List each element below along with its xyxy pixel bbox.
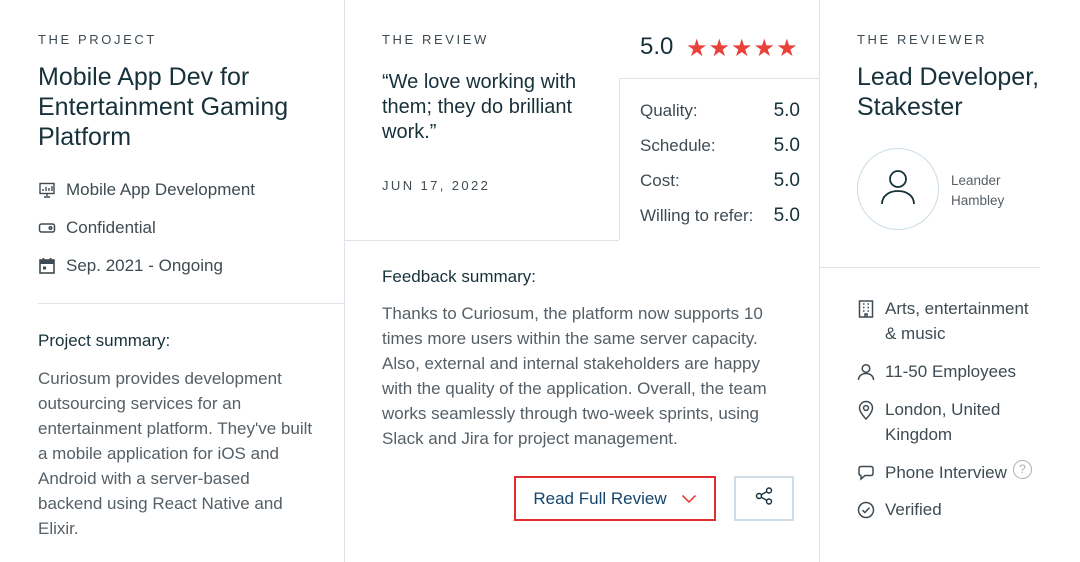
rating-willing-to-refer: Willing to refer: 5.0 xyxy=(640,205,800,227)
rating-quality: Quality: 5.0 xyxy=(640,100,800,122)
avatar xyxy=(857,148,939,230)
reviewer-interview-text: Phone Interview xyxy=(885,463,1007,482)
reviewer-name: Leander Hambley xyxy=(951,173,1005,208)
column-divider xyxy=(819,0,820,562)
project-summary-label: Project summary: xyxy=(38,331,171,350)
reviewer-company-size-text: 11-50 Employees xyxy=(885,362,1017,381)
column-divider xyxy=(344,0,345,562)
project-title: Mobile App Dev for Entertainment Gaming … xyxy=(38,63,289,151)
reviewer-verified: Verified xyxy=(857,497,942,522)
review-date: JUN 17, 2022 xyxy=(382,178,491,193)
star-icon: ★ xyxy=(731,35,753,62)
chat-bubble-icon xyxy=(857,460,875,485)
reviewer-interview-type: Phone Interview ? xyxy=(857,460,1032,485)
section-divider xyxy=(344,240,619,241)
project-service-text: Mobile App Development xyxy=(66,180,256,199)
reviewer-location-text: London, United Kingdom xyxy=(885,400,1001,444)
reviewer-location: London, United Kingdom xyxy=(857,397,1042,447)
star-icon: ★ xyxy=(708,35,731,62)
project-dates-text: Sep. 2021 - Ongoing xyxy=(66,256,223,275)
help-icon[interactable]: ? xyxy=(1012,460,1032,479)
project-summary-text: Curiosum provides development outsourcin… xyxy=(38,369,313,538)
section-divider xyxy=(619,78,819,79)
section-divider xyxy=(619,78,620,240)
project-dates: Sep. 2021 - Ongoing xyxy=(38,256,223,276)
rating-value: 5.0 xyxy=(773,205,800,226)
check-circle-icon xyxy=(857,497,875,522)
rating-label: Willing to refer: xyxy=(640,206,754,225)
rating-label: Quality: xyxy=(640,101,698,120)
project-eyebrow: THE PROJECT xyxy=(38,32,157,47)
share-button[interactable] xyxy=(734,476,794,521)
reviewer-eyebrow: THE REVIEWER xyxy=(857,32,988,47)
price-tag-icon xyxy=(38,219,56,237)
chevron-down-icon xyxy=(681,489,697,509)
reviewer-company-size: 11-50 Employees xyxy=(857,359,1016,384)
star-rating: ★ ★ ★ ★ ★ xyxy=(686,36,798,62)
feedback-summary-text: Thanks to Curiosum, the platform now sup… xyxy=(382,304,767,448)
reviewer-verified-text: Verified xyxy=(885,500,942,519)
rating-value: 5.0 xyxy=(773,100,800,121)
star-icon: ★ xyxy=(776,35,798,62)
building-icon xyxy=(857,296,875,321)
reviewer-industry: Arts, entertainment & music xyxy=(857,296,1042,346)
overall-score: 5.0 xyxy=(640,33,674,60)
share-icon xyxy=(754,486,774,511)
read-full-review-button[interactable]: Read Full Review xyxy=(514,476,716,521)
rating-value: 5.0 xyxy=(773,170,800,191)
feedback-summary-label: Feedback summary: xyxy=(382,267,536,286)
star-icon: ★ xyxy=(753,35,776,62)
reviewer-industry-text: Arts, entertainment & music xyxy=(885,299,1029,343)
rating-label: Schedule: xyxy=(640,136,716,155)
star-icon: ★ xyxy=(686,35,708,62)
rating-label: Cost: xyxy=(640,171,680,190)
review-quote: “We love working with them; they do bril… xyxy=(382,71,577,143)
presentation-chart-icon xyxy=(38,181,56,199)
rating-cost: Cost: 5.0 xyxy=(640,170,800,192)
reviewer-title: Lead Developer, Stakester xyxy=(857,63,1040,121)
rating-value: 5.0 xyxy=(773,135,800,156)
project-budget-text: Confidential xyxy=(66,218,156,237)
section-divider xyxy=(819,267,1040,268)
read-full-review-label: Read Full Review xyxy=(533,488,667,508)
calendar-icon xyxy=(38,257,56,275)
rating-schedule: Schedule: 5.0 xyxy=(640,135,800,157)
location-pin-icon xyxy=(857,397,875,422)
user-icon xyxy=(877,166,919,213)
review-eyebrow: THE REVIEW xyxy=(382,32,489,47)
person-icon xyxy=(857,359,875,384)
project-service: Mobile App Development xyxy=(38,180,255,200)
project-budget: Confidential xyxy=(38,218,156,238)
section-divider xyxy=(38,303,344,304)
